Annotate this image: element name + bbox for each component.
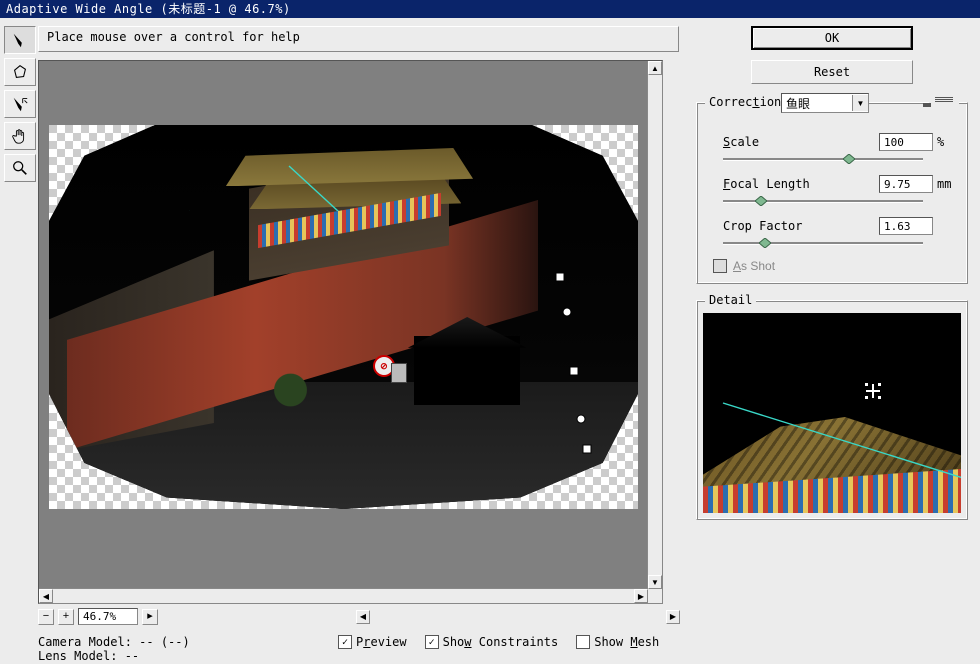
- crop-factor-input[interactable]: [879, 217, 933, 235]
- polygon-tool[interactable]: [4, 58, 36, 86]
- hscroll-track[interactable]: [374, 610, 662, 624]
- focal-length-row: Focal Length mm: [709, 175, 955, 193]
- scroll-down-button[interactable]: ▼: [648, 575, 662, 589]
- focal-length-slider[interactable]: [723, 195, 923, 207]
- group-menu-icon[interactable]: [929, 97, 959, 107]
- focal-length-input[interactable]: [879, 175, 933, 193]
- canvas-viewport[interactable]: ⊘: [39, 61, 648, 589]
- show-constraints-checkbox[interactable]: ✓ Show Constraints: [425, 635, 559, 649]
- crop-factor-slider[interactable]: [723, 237, 923, 249]
- correction-select[interactable]: 鱼眼 ▼: [781, 93, 869, 113]
- move-tool[interactable]: [4, 90, 36, 118]
- vertical-scrollbar[interactable]: ▲ ▼: [647, 61, 662, 589]
- hscroll-left[interactable]: ◀: [356, 610, 370, 624]
- constraints-overlay: [39, 61, 339, 211]
- scale-row: Scale %: [709, 133, 955, 151]
- detail-label: Detail: [705, 293, 756, 307]
- zoom-track[interactable]: [162, 610, 352, 624]
- hscroll-right[interactable]: ▶: [666, 610, 680, 624]
- canvas-frame: ⊘ ▲ ▼ ◀: [38, 60, 663, 604]
- scale-input[interactable]: [879, 133, 933, 151]
- reset-button[interactable]: Reset: [751, 60, 913, 84]
- camera-model-label: Camera Model: -- (--): [38, 635, 338, 649]
- zoom-menu-button[interactable]: ▸: [142, 609, 158, 625]
- crosshair-cursor-icon: [866, 384, 880, 398]
- right-column: OK Reset Correction: 鱼眼 ▼ Scale %: [690, 18, 980, 664]
- scroll-up-button[interactable]: ▲: [648, 61, 662, 75]
- constraint-handle[interactable]: [556, 273, 565, 282]
- as-shot-checkbox: As Shot: [709, 259, 955, 273]
- scroll-corner: [648, 589, 662, 603]
- dropdown-arrow-icon: ▼: [852, 95, 868, 111]
- footer-row: Camera Model: -- (--) Lens Model: -- ✓ P…: [38, 635, 680, 663]
- zoom-out-button[interactable]: −: [38, 609, 54, 625]
- constraint-handle[interactable]: [583, 445, 592, 454]
- scroll-right-button[interactable]: ▶: [634, 589, 648, 603]
- scale-slider[interactable]: [723, 153, 923, 165]
- zoom-tool[interactable]: [4, 154, 36, 182]
- tool-column: [0, 18, 38, 664]
- lens-model-label: Lens Model: --: [38, 649, 338, 663]
- constraint-midpoint-handle[interactable]: [570, 367, 579, 376]
- hint-bar: Place mouse over a control for help: [38, 26, 679, 52]
- scroll-left-button[interactable]: ◀: [39, 589, 53, 603]
- hand-tool[interactable]: [4, 122, 36, 150]
- detail-group: Detail: [696, 300, 968, 520]
- show-mesh-checkbox[interactable]: Show Mesh: [576, 635, 659, 649]
- ok-button[interactable]: OK: [751, 26, 913, 50]
- zoom-in-button[interactable]: +: [58, 609, 74, 625]
- detail-preview[interactable]: [703, 313, 961, 513]
- preview-checkbox[interactable]: ✓ Preview: [338, 635, 407, 649]
- crop-factor-row: Crop Factor: [709, 217, 955, 235]
- constraint-handle[interactable]: [563, 308, 572, 317]
- constraint-tool[interactable]: [4, 26, 36, 54]
- zoom-input[interactable]: [78, 608, 138, 625]
- horizontal-scrollbar[interactable]: ◀ ▶: [39, 588, 648, 603]
- zoom-row: − + ▸ ◀ ▶: [38, 608, 680, 625]
- title-bar: Adaptive Wide Angle (未标题-1 @ 46.7%): [0, 0, 980, 18]
- constraint-handle[interactable]: [577, 415, 586, 424]
- center-column: Place mouse over a control for help: [38, 18, 690, 664]
- correction-group: Correction: 鱼眼 ▼ Scale % Foc: [696, 102, 968, 284]
- window-title: Adaptive Wide Angle (未标题-1 @ 46.7%): [6, 2, 291, 16]
